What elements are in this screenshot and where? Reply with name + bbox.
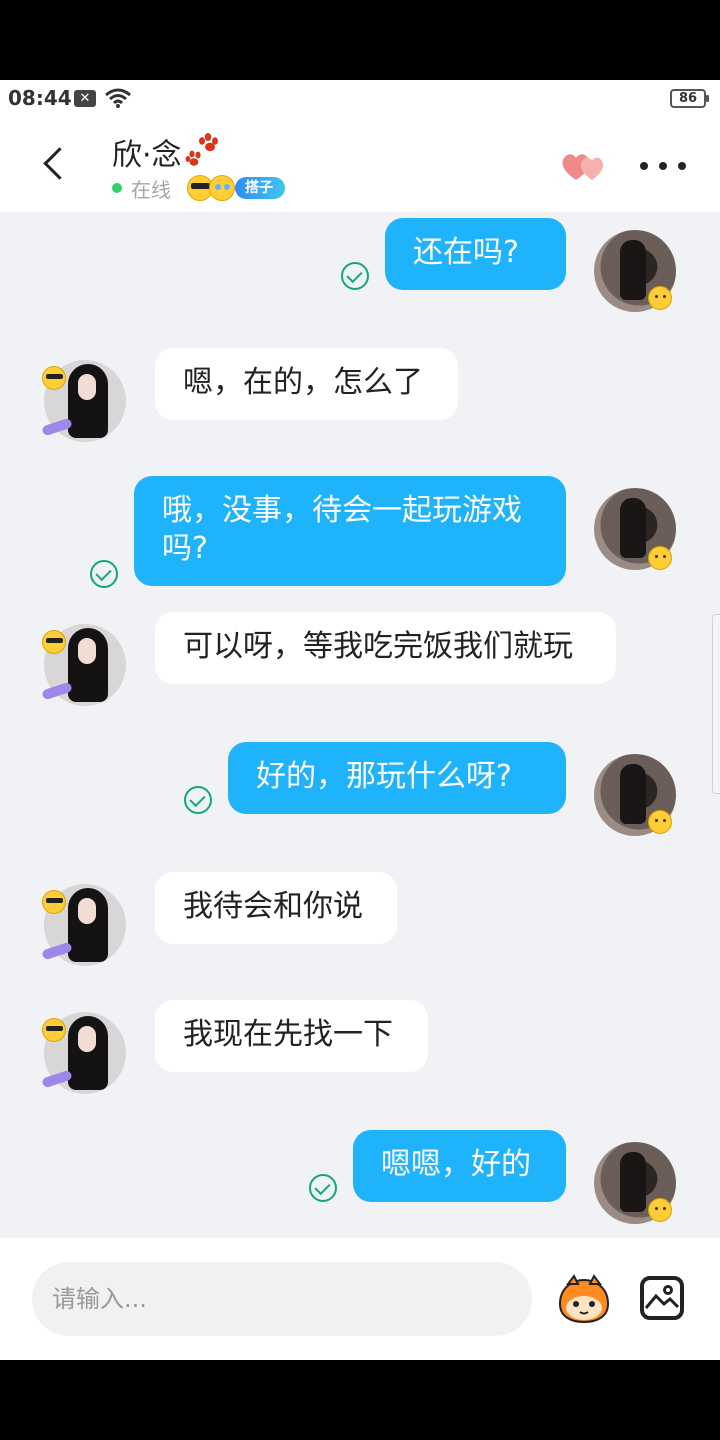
online-dot [112, 183, 122, 193]
smile-icon [648, 1198, 672, 1222]
message-bubble-in[interactable]: 可以呀，等我吃完饭我们就玩 [155, 612, 616, 684]
message-bubble-out[interactable]: 嗯嗯，好的 [353, 1130, 566, 1202]
message-input[interactable]: 请输入... [32, 1262, 532, 1336]
message-bubble-out[interactable]: 好的，那玩什么呀? [228, 742, 566, 814]
smile-icon [648, 810, 672, 834]
chat-screen: 08:44 ✕ 86 欣·念 在线 搭子 还在吗? 嗯，在的，怎么了 哦，没事，… [0, 80, 720, 1360]
sunglasses-icon [42, 1018, 66, 1042]
message-list[interactable]: 还在吗? 嗯，在的，怎么了 哦，没事，待会一起玩游戏吗? 可以呀，等我吃完饭我们… [0, 212, 720, 1238]
status-time: 08:44 [8, 86, 72, 110]
hearts-icon[interactable] [560, 148, 610, 184]
notification-icon: ✕ [74, 90, 96, 107]
back-button[interactable] [36, 138, 76, 188]
chat-header: 欣·念 在线 搭子 [0, 118, 720, 212]
smile-icon [648, 286, 672, 310]
status-bar: 08:44 ✕ 86 [0, 80, 720, 118]
message-bubble-out[interactable]: 哦，没事，待会一起玩游戏吗? [134, 476, 566, 586]
smile-icon [648, 546, 672, 570]
paw-icon [185, 133, 218, 166]
contact-name[interactable]: 欣·念 [112, 130, 182, 174]
read-check-icon [184, 786, 212, 814]
scrollbar[interactable] [712, 614, 720, 794]
read-check-icon [309, 1174, 337, 1202]
message-bubble-in[interactable]: 我待会和你说 [155, 872, 397, 944]
relationship-tag[interactable]: 搭子 [235, 177, 285, 199]
more-icon[interactable] [640, 156, 686, 176]
input-bar: 请输入... [0, 1238, 720, 1360]
mascot-icon[interactable] [554, 1274, 614, 1324]
sunglasses-icon [42, 890, 66, 914]
message-bubble-in[interactable]: 嗯，在的，怎么了 [155, 348, 458, 420]
message-bubble-out[interactable]: 还在吗? [385, 218, 566, 290]
image-icon[interactable] [640, 1276, 684, 1320]
sunglasses-icon [42, 630, 66, 654]
message-bubble-in[interactable]: 我现在先找一下 [155, 1000, 428, 1072]
read-check-icon [341, 262, 369, 290]
read-check-icon [90, 560, 118, 588]
online-status: 在线 [131, 177, 171, 202]
sunglasses-icon [42, 366, 66, 390]
emoji-badges [187, 174, 239, 202]
battery-icon: 86 [670, 89, 709, 108]
wifi-icon [105, 88, 131, 108]
online-status-row: 在线 搭子 [112, 174, 285, 202]
